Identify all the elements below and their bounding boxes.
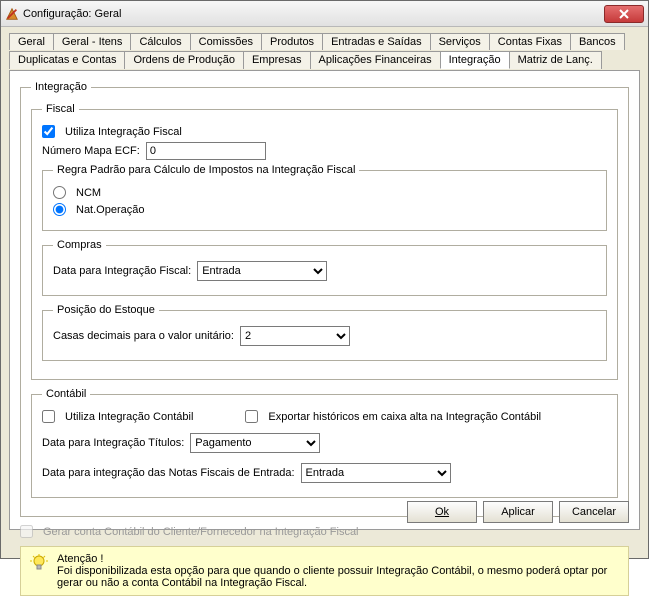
group-integracao: Integração Fiscal Utiliza Integração Fis… xyxy=(20,81,629,517)
checkbox-exportar-caixa-alta[interactable] xyxy=(245,410,258,423)
titlebar: Configuração: Geral xyxy=(1,1,648,27)
label-gerar-conta: Gerar conta Contábil do Cliente/Forneced… xyxy=(43,526,359,538)
legend-estoque: Posição do Estoque xyxy=(53,304,159,316)
legend-fiscal: Fiscal xyxy=(42,103,79,115)
tab-empresas[interactable]: Empresas xyxy=(243,51,311,69)
close-button[interactable] xyxy=(604,5,644,23)
label-ncm: NCM xyxy=(76,187,101,199)
select-data-nf[interactable]: Entrada xyxy=(301,463,451,483)
note-body: Foi disponibilizada esta opção para que … xyxy=(57,565,620,589)
group-regra: Regra Padrão para Cálculo de Impostos na… xyxy=(42,164,607,231)
ok-button[interactable]: Ok xyxy=(407,501,477,523)
group-estoque: Posição do Estoque Casas decimais para o… xyxy=(42,304,607,361)
tab-comiss-es[interactable]: Comissões xyxy=(190,33,262,50)
tab-geral-itens[interactable]: Geral - Itens xyxy=(53,33,132,50)
group-fiscal: Fiscal Utiliza Integração Fiscal Número … xyxy=(31,103,618,380)
tab-strip-row1: GeralGeral - ItensCálculosComissõesProdu… xyxy=(9,33,640,49)
checkbox-utiliza-contabil[interactable] xyxy=(42,410,55,423)
legend-regra: Regra Padrão para Cálculo de Impostos na… xyxy=(53,164,359,176)
tab-geral[interactable]: Geral xyxy=(9,33,54,50)
checkbox-utiliza-fiscal[interactable] xyxy=(42,125,55,138)
note-title: Atenção ! xyxy=(57,553,620,565)
legend-contabil: Contábil xyxy=(42,388,90,400)
config-window: Configuração: Geral GeralGeral - ItensCá… xyxy=(0,0,649,559)
dialog-footer: Ok Aplicar Cancelar xyxy=(407,501,629,523)
tab-servi-os[interactable]: Serviços xyxy=(430,33,490,50)
tab-integra-o[interactable]: Integração xyxy=(440,51,510,69)
tab-produtos[interactable]: Produtos xyxy=(261,33,323,50)
radio-nat-operacao[interactable] xyxy=(53,203,66,216)
note-text: Atenção ! Foi disponibilizada esta opção… xyxy=(57,553,620,589)
group-contabil: Contábil Utiliza Integração Contábil Exp… xyxy=(31,388,618,498)
label-data-titulos: Data para Integração Títulos: xyxy=(42,437,184,449)
window-title: Configuração: Geral xyxy=(23,8,604,20)
group-compras: Compras Data para Integração Fiscal: Ent… xyxy=(42,239,607,296)
legend-integracao: Integração xyxy=(31,81,91,93)
tab-bancos[interactable]: Bancos xyxy=(570,33,625,50)
tab-c-lculos[interactable]: Cálculos xyxy=(130,33,190,50)
tab-ordens-de-produ-o[interactable]: Ordens de Produção xyxy=(124,51,244,69)
label-exportar-caixa-alta: Exportar históricos em caixa alta na Int… xyxy=(268,411,541,423)
tab-duplicatas-e-contas[interactable]: Duplicatas e Contas xyxy=(9,51,125,69)
tab-contas-fixas[interactable]: Contas Fixas xyxy=(489,33,571,50)
content-area: GeralGeral - ItensCálculosComissõesProdu… xyxy=(1,27,648,534)
app-icon xyxy=(5,7,19,21)
select-data-compras[interactable]: Entrada xyxy=(197,261,327,281)
select-data-titulos[interactable]: Pagamento xyxy=(190,433,320,453)
tab-panel-integracao: Integração Fiscal Utiliza Integração Fis… xyxy=(9,70,640,530)
radio-ncm[interactable] xyxy=(53,186,66,199)
label-data-compras: Data para Integração Fiscal: xyxy=(53,265,191,277)
label-numero-mapa: Número Mapa ECF: xyxy=(42,145,140,157)
tab-strip-row2: Duplicatas e ContasOrdens de ProduçãoEmp… xyxy=(9,51,640,68)
legend-compras: Compras xyxy=(53,239,106,251)
label-utiliza-fiscal: Utiliza Integração Fiscal xyxy=(65,126,182,138)
bulb-icon xyxy=(29,553,49,573)
cancelar-button[interactable]: Cancelar xyxy=(559,501,629,523)
input-numero-mapa[interactable] xyxy=(146,142,266,160)
select-casas[interactable]: 2 xyxy=(240,326,350,346)
aplicar-button[interactable]: Aplicar xyxy=(483,501,553,523)
note-box: Atenção ! Foi disponibilizada esta opção… xyxy=(20,546,629,596)
label-data-nf: Data para integração das Notas Fiscais d… xyxy=(42,467,295,479)
label-casas: Casas decimais para o valor unitário: xyxy=(53,330,234,342)
label-nat-operacao: Nat.Operação xyxy=(76,204,144,216)
tab-entradas-e-sa-das[interactable]: Entradas e Saídas xyxy=(322,33,431,50)
checkbox-gerar-conta xyxy=(20,525,33,538)
tab-matriz-de-lan-[interactable]: Matriz de Lanç. xyxy=(509,51,602,69)
tab-aplica-es-financeiras[interactable]: Aplicações Financeiras xyxy=(310,51,441,69)
label-utiliza-contabil: Utiliza Integração Contábil xyxy=(65,411,193,423)
